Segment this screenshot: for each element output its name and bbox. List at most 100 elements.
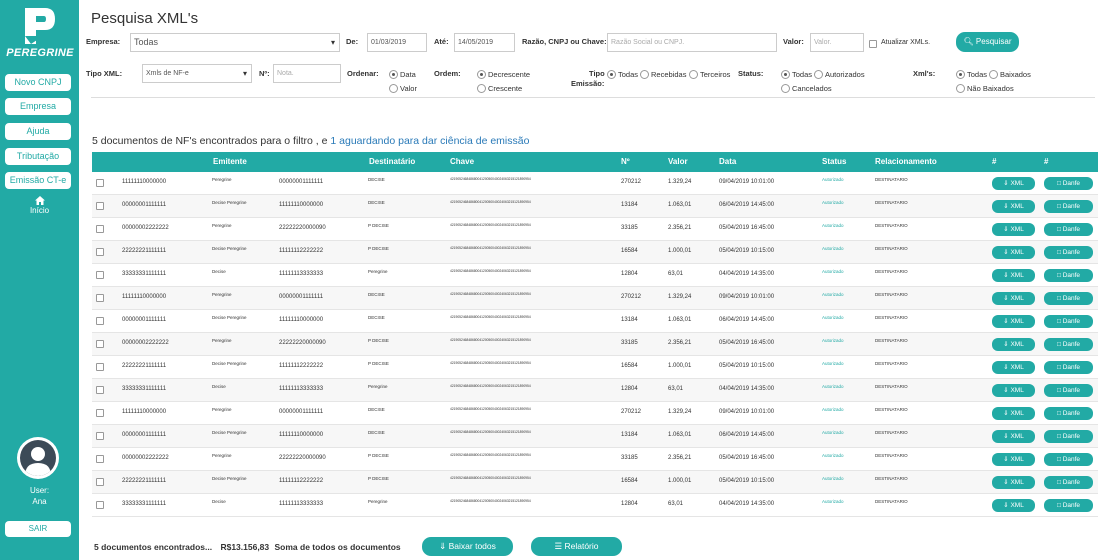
header-emitente[interactable]: Emitente — [213, 157, 247, 166]
row-checkbox[interactable] — [96, 225, 104, 233]
row-checkbox[interactable] — [96, 432, 104, 440]
emissao-todas-radio[interactable]: Todas — [607, 70, 638, 79]
header-chave[interactable]: Chave — [450, 157, 474, 166]
sidebar-item-emissao-cte[interactable]: Emissão CT-e — [5, 172, 71, 189]
sidebar-item-tributacao[interactable]: Tributação — [5, 148, 71, 165]
table-row[interactable]: 22222221111111 Decise Peregrine 1111111222… — [92, 356, 1098, 379]
header-status[interactable]: Status — [822, 157, 846, 166]
row-checkbox[interactable] — [96, 317, 104, 325]
row-checkbox[interactable] — [96, 340, 104, 348]
download-xml-button[interactable]: ⇓ XML — [992, 338, 1035, 351]
download-xml-button[interactable]: ⇓ XML — [992, 223, 1035, 236]
xmls-nao-baixados-radio[interactable]: Não Baixados — [956, 84, 1014, 93]
table-row[interactable]: 00000002222222 Peregrine 22222220000090 P D… — [92, 333, 1098, 356]
status-todas-radio[interactable]: Todas — [781, 70, 812, 79]
download-xml-button[interactable]: ⇓ XML — [992, 292, 1035, 305]
report-button[interactable]: ☰ Relatório — [531, 537, 622, 556]
xmls-todas-radio[interactable]: Todas — [956, 70, 987, 79]
header-relacionamento[interactable]: Relacionamento — [875, 157, 937, 166]
table-row[interactable]: 00000002222222 Peregrine 22222220000090 P D… — [92, 448, 1098, 471]
danfe-button[interactable]: □ Danfe — [1044, 430, 1093, 443]
danfe-button[interactable]: □ Danfe — [1044, 200, 1093, 213]
valor-input[interactable]: Valor. — [810, 33, 864, 52]
danfe-button[interactable]: □ Danfe — [1044, 361, 1093, 374]
download-xml-button[interactable]: ⇓ XML — [992, 476, 1035, 489]
danfe-button[interactable]: □ Danfe — [1044, 338, 1093, 351]
danfe-button[interactable]: □ Danfe — [1044, 476, 1093, 489]
empresa-select[interactable]: Todas — [130, 33, 340, 52]
danfe-button[interactable]: □ Danfe — [1044, 269, 1093, 282]
row-checkbox[interactable] — [96, 271, 104, 279]
download-xml-button[interactable]: ⇓ XML — [992, 315, 1035, 328]
ordem-crescente-radio[interactable]: Crescente — [477, 84, 522, 93]
razao-input[interactable]: Razão Social ou CNPJ. — [607, 33, 777, 52]
table-row[interactable]: 11111110000000 Peregrine 00000001111111 DEC… — [92, 172, 1098, 195]
danfe-button[interactable]: □ Danfe — [1044, 177, 1093, 190]
row-checkbox[interactable] — [96, 386, 104, 394]
table-row[interactable]: 11111110000000 Peregrine 00000001111111 DEC… — [92, 402, 1098, 425]
sidebar-item-inicio[interactable]: Início — [0, 196, 79, 215]
table-row[interactable]: 00000002222222 Peregrine 22222220000090 P D… — [92, 218, 1098, 241]
row-checkbox[interactable] — [96, 455, 104, 463]
table-row[interactable]: 22222221111111 Decise Peregrine 1111111222… — [92, 471, 1098, 494]
ordem-decrescente-radio[interactable]: Decrescente — [477, 70, 530, 79]
table-row[interactable]: 33333331111111 Decise 11111113333333 Peregr… — [92, 494, 1098, 517]
download-xml-button[interactable]: ⇓ XML — [992, 246, 1035, 259]
numero-input[interactable]: Nota. — [273, 64, 341, 83]
date-to-input[interactable]: 14/05/2019 — [454, 33, 515, 52]
download-xml-button[interactable]: ⇓ XML — [992, 384, 1035, 397]
download-xml-button[interactable]: ⇓ XML — [992, 407, 1035, 420]
table-row[interactable]: 00000001111111 Decise Peregrine 1111111000… — [92, 425, 1098, 448]
row-checkbox[interactable] — [96, 409, 104, 417]
date-from-input[interactable]: 01/03/2019 — [367, 33, 427, 52]
status-cancelados-radio[interactable]: Cancelados — [781, 84, 832, 93]
table-row[interactable]: 22222221111111 Decise Peregrine 1111111222… — [92, 241, 1098, 264]
download-xml-button[interactable]: ⇓ XML — [992, 269, 1035, 282]
danfe-button[interactable]: □ Danfe — [1044, 292, 1093, 305]
download-xml-button[interactable]: ⇓ XML — [992, 453, 1035, 466]
row-checkbox[interactable] — [96, 478, 104, 486]
table-row[interactable]: 33333331111111 Decise 11111113333333 Peregr… — [92, 264, 1098, 287]
row-checkbox[interactable] — [96, 363, 104, 371]
row-checkbox[interactable] — [96, 179, 104, 187]
download-xml-button[interactable]: ⇓ XML — [992, 499, 1035, 512]
tipo-xml-select[interactable]: Xmls de NF-e — [142, 64, 252, 83]
row-checkbox[interactable] — [96, 202, 104, 210]
emissao-terceiros-radio[interactable]: Terceiros — [689, 70, 730, 79]
table-row[interactable]: 00000001111111 Decise Peregrine 1111111000… — [92, 195, 1098, 218]
ordenar-data-radio[interactable]: Data — [389, 70, 416, 79]
danfe-button[interactable]: □ Danfe — [1044, 223, 1093, 236]
pending-ciencia-link[interactable]: 1 aguardando para dar ciência de emissão — [330, 135, 529, 147]
danfe-button[interactable]: □ Danfe — [1044, 384, 1093, 397]
logout-button[interactable]: SAIR — [5, 521, 71, 537]
header-valor[interactable]: Valor — [668, 157, 688, 166]
ordenar-valor-radio[interactable]: Valor — [389, 84, 417, 93]
atualizar-checkbox[interactable] — [869, 40, 877, 48]
search-button[interactable]: 🔍︎ Pesquisar — [956, 32, 1019, 52]
table-row[interactable]: 33333331111111 Decise 11111113333333 Peregr… — [92, 379, 1098, 402]
download-all-button[interactable]: ⇓ Baixar todos — [422, 537, 513, 556]
danfe-button[interactable]: □ Danfe — [1044, 407, 1093, 420]
emissao-recebidas-radio[interactable]: Recebidas — [640, 70, 686, 79]
header-data[interactable]: Data — [719, 157, 736, 166]
sidebar-item-novo-cnpj[interactable]: Novo CNPJ — [5, 74, 71, 91]
danfe-button[interactable]: □ Danfe — [1044, 246, 1093, 259]
status-autorizados-radio[interactable]: Autorizados — [814, 70, 865, 79]
sidebar-item-empresa[interactable]: Empresa — [5, 98, 71, 115]
danfe-button[interactable]: □ Danfe — [1044, 453, 1093, 466]
table-row[interactable]: 11111110000000 Peregrine 00000001111111 DEC… — [92, 287, 1098, 310]
download-xml-button[interactable]: ⇓ XML — [992, 177, 1035, 190]
danfe-button[interactable]: □ Danfe — [1044, 499, 1093, 512]
row-checkbox[interactable] — [96, 501, 104, 509]
table-row[interactable]: 00000001111111 Decise Peregrine 1111111000… — [92, 310, 1098, 333]
download-xml-button[interactable]: ⇓ XML — [992, 430, 1035, 443]
danfe-button[interactable]: □ Danfe — [1044, 315, 1093, 328]
header-numero[interactable]: Nº — [621, 157, 630, 166]
row-checkbox[interactable] — [96, 248, 104, 256]
download-xml-button[interactable]: ⇓ XML — [992, 361, 1035, 374]
xmls-baixados-radio[interactable]: Baixados — [989, 70, 1031, 79]
sidebar-item-ajuda[interactable]: Ajuda — [5, 123, 71, 140]
header-destinatario[interactable]: Destinatário — [369, 157, 415, 166]
row-checkbox[interactable] — [96, 294, 104, 302]
download-xml-button[interactable]: ⇓ XML — [992, 200, 1035, 213]
